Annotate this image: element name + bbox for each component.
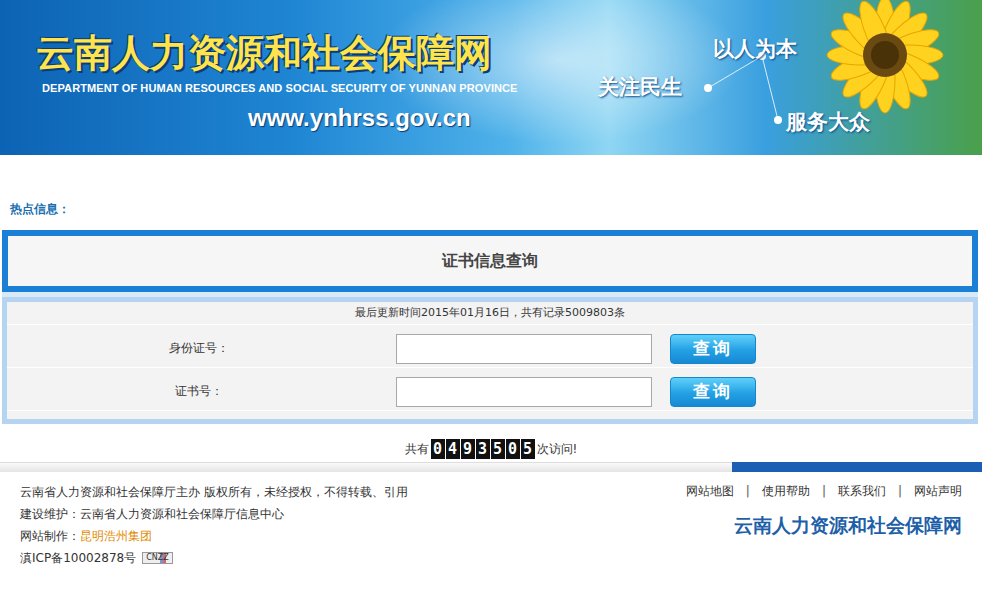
divider-left	[0, 462, 732, 472]
footer-info: 云南省人力资源和社会保障厅主办 版权所有，未经授权，不得转载、引用建设维护：云南…	[20, 481, 408, 569]
slogan: 关注民生	[598, 73, 682, 101]
link-separator: |	[746, 483, 750, 499]
footer-line: 建设维护：云南省人力资源和社会保障厅信息中心	[20, 503, 408, 525]
footer-line: 网站制作：昆明浩州集团	[20, 525, 408, 547]
field-label: 身份证号：	[7, 340, 391, 357]
cnzz-badge[interactable]: CNZZ	[142, 552, 173, 564]
query-button[interactable]: 查询	[670, 377, 756, 407]
divider-bar	[0, 462, 982, 472]
maker-link[interactable]: 昆明浩州集团	[80, 529, 152, 543]
counter-digit: 0	[431, 439, 445, 459]
site-subtitle: DEPARTMENT OF HUMAN RESOURCES AND SOCIAL…	[42, 82, 982, 94]
sunflower-icon	[827, 0, 943, 113]
divider-right	[732, 462, 982, 472]
footer-line: 云南省人力资源和社会保障厅主办 版权所有，未经授权，不得转载、引用	[20, 481, 408, 503]
query-form: 最后更新时间2015年01月16日，共有记录5009803条身份证号：查询证书号…	[2, 297, 978, 424]
site-url: www.ynhrss.gov.cn	[248, 104, 982, 132]
query-input[interactable]	[396, 334, 652, 364]
footer-logo: 云南人力资源和社会保障网	[734, 513, 962, 537]
update-text: 最后更新时间2015年01月16日，共有记录5009803条	[7, 302, 973, 325]
footer: 云南省人力资源和社会保障厅主办 版权所有，未经授权，不得转载、引用建设维护：云南…	[0, 472, 982, 569]
link-separator: |	[822, 483, 826, 499]
counter-digit: 3	[476, 439, 490, 459]
query-panel: 证书信息查询最后更新时间2015年01月16日，共有记录5009803条身份证号…	[2, 230, 978, 424]
query-row: 身份证号： 查询	[7, 330, 973, 368]
icp-text: 滇ICP备10002878号	[20, 547, 136, 569]
counter-digit: 5	[491, 439, 505, 459]
footer-link[interactable]: 联系我们	[838, 483, 886, 499]
counter-digit: 0	[506, 439, 520, 459]
visit-counter: 共有0493505次访问!	[0, 438, 982, 460]
footer-link[interactable]: 使用帮助	[762, 483, 810, 499]
slogan: 以人为本	[713, 35, 797, 63]
page: 云南人力资源和社会保障网 DEPARTMENT OF HUMAN RESOURCE…	[0, 0, 982, 569]
query-row: 证书号： 查询	[7, 373, 973, 411]
counter-suffix: 次访问!	[537, 441, 578, 458]
footer-links: 网站地图 | 使用帮助 | 联系我们 | 网站声明	[686, 483, 962, 499]
query-panel-title: 证书信息查询	[2, 230, 978, 292]
counter-digit: 5	[521, 439, 535, 459]
footer-line: 滇ICP备10002878号 CNZZ	[20, 547, 408, 569]
link-separator: |	[898, 483, 902, 499]
hot-info-label: 热点信息：	[0, 155, 982, 217]
maker-label: 网站制作：昆明浩州集团	[20, 525, 152, 547]
query-button[interactable]: 查询	[670, 334, 756, 364]
field-label: 证书号：	[7, 383, 391, 400]
counter-digits: 0493505	[431, 439, 535, 459]
counter-digit: 4	[446, 439, 460, 459]
query-input[interactable]	[396, 377, 652, 407]
counter-prefix: 共有	[405, 441, 429, 458]
footer-right: 网站地图 | 使用帮助 | 联系我们 | 网站声明云南人力资源和社会保障网	[686, 481, 962, 569]
footer-link[interactable]: 网站地图	[686, 483, 734, 499]
header-banner: 云南人力资源和社会保障网DEPARTMENT OF HUMAN RESOURCE…	[0, 0, 982, 155]
footer-link[interactable]: 网站声明	[914, 483, 962, 499]
slogan: 服务大众	[786, 108, 870, 136]
counter-digit: 9	[461, 439, 475, 459]
